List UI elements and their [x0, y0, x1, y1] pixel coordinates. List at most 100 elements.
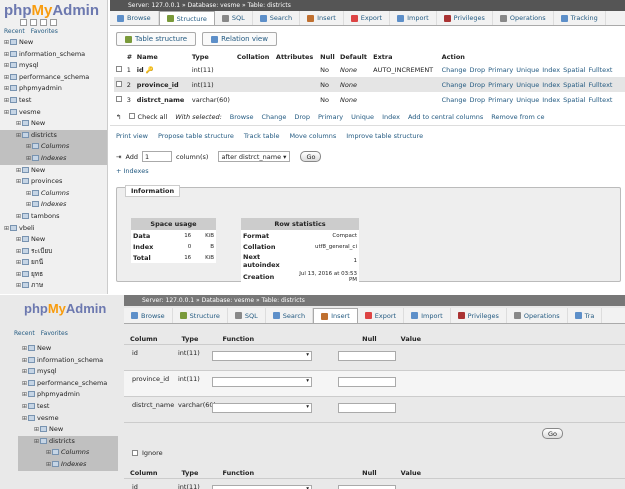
tree-item[interactable]: ⊞ performance_schema	[0, 72, 107, 84]
action-unique[interactable]: Unique	[516, 96, 539, 104]
tree-item[interactable]: ⊞ vbeli	[0, 223, 107, 235]
tab-sql[interactable]: SQL	[215, 11, 253, 25]
value-input[interactable]	[338, 377, 396, 387]
value-input[interactable]	[338, 485, 396, 489]
tree-item[interactable]: ⊞ mysql	[18, 366, 118, 378]
tab-import[interactable]: Import	[404, 308, 451, 323]
tree-item[interactable]: ⊞ mysql	[0, 60, 107, 72]
home-icon[interactable]	[20, 19, 27, 26]
tree-item[interactable]: ⊞ provinces	[0, 176, 107, 188]
phpmyadmin-logo-2[interactable]: phpMyAdmin	[0, 295, 118, 316]
breadcrumb-2[interactable]: Server: 127.0.0.1 » Database: vesme » Ta…	[124, 295, 625, 306]
bulk-action[interactable]: Index	[382, 113, 400, 121]
tree-item[interactable]: ⊞ test	[0, 95, 107, 107]
value-input[interactable]	[338, 403, 396, 413]
tree-item[interactable]: ⊞ tambons	[0, 211, 107, 223]
tree-item[interactable]: ⊞ information_schema	[18, 355, 118, 367]
tool-link[interactable]: Print view	[116, 132, 148, 140]
tab-export[interactable]: Export	[358, 308, 405, 323]
tree-item[interactable]: ⊞ Columns	[18, 447, 118, 459]
tool-link[interactable]: Improve table structure	[346, 132, 423, 140]
tree-item[interactable]: ⊞ performance_schema	[18, 378, 118, 390]
tab-tracking[interactable]: Tracking	[554, 11, 606, 25]
recent-tab-2[interactable]: Recent	[14, 330, 35, 337]
docs-icon[interactable]	[40, 19, 47, 26]
tree-item[interactable]: ⊞ Indexes	[18, 458, 118, 471]
tab-insert[interactable]: Insert	[313, 308, 358, 323]
tab-insert[interactable]: Insert	[300, 11, 344, 25]
bulk-action[interactable]: Change	[261, 113, 286, 121]
favorites-tab-2[interactable]: Favorites	[41, 330, 68, 337]
action-change[interactable]: Change	[442, 96, 467, 104]
action-drop[interactable]: Drop	[470, 66, 486, 74]
tree-item[interactable]: ⊞ New	[0, 234, 107, 246]
action-fulltext[interactable]: Fulltext	[589, 96, 613, 104]
tab-export[interactable]: Export	[344, 11, 391, 25]
tab-privileges[interactable]: Privileges	[451, 308, 507, 323]
tab-search[interactable]: Search	[266, 308, 314, 323]
indexes-toggle[interactable]: + Indexes	[110, 165, 625, 177]
action-primary[interactable]: Primary	[488, 96, 513, 104]
tree-item[interactable]: ⊞ districts	[18, 435, 118, 448]
add-go-button[interactable]: Go	[300, 151, 322, 162]
tool-link[interactable]: Move columns	[289, 132, 336, 140]
tree-item[interactable]: ⊞ New	[18, 343, 118, 355]
tree-item[interactable]: ⊞ Columns	[0, 188, 107, 200]
tree-item[interactable]: ⊞ phpmyadmin	[18, 389, 118, 401]
tab-search[interactable]: Search	[253, 11, 301, 25]
bulk-action[interactable]: Unique	[351, 113, 374, 121]
check-all[interactable]: Check all	[129, 113, 167, 121]
action-index[interactable]: Index	[542, 96, 560, 104]
tab-operations[interactable]: Operations	[507, 308, 568, 323]
action-spatial[interactable]: Spatial	[563, 81, 585, 89]
action-index[interactable]: Index	[542, 81, 560, 89]
phpmyadmin-logo[interactable]: phpMyAdmin	[0, 0, 107, 19]
action-drop[interactable]: Drop	[470, 81, 486, 89]
action-unique[interactable]: Unique	[516, 81, 539, 89]
tree-item[interactable]: ⊞ vesme	[18, 413, 118, 425]
tree-item[interactable]: ⊞ test	[18, 401, 118, 413]
insert-go-button[interactable]: Go	[541, 428, 563, 439]
tree-item[interactable]: ⊞ New	[0, 37, 107, 49]
tab-structure[interactable]: Structure	[158, 11, 215, 25]
favorites-tab[interactable]: Favorites	[31, 28, 58, 35]
function-select[interactable]: ▾	[212, 403, 312, 413]
action-fulltext[interactable]: Fulltext	[589, 81, 613, 89]
tree-item[interactable]: ⊞ phpmyadmin	[0, 83, 107, 95]
table-structure-button[interactable]: Table structure	[116, 32, 197, 46]
tab-operations[interactable]: Operations	[493, 11, 554, 25]
tree-item[interactable]: ⊞ ภาษ	[0, 280, 107, 292]
tree-item[interactable]: ⊞ information_schema	[0, 49, 107, 61]
tree-item[interactable]: ⊞ Indexes	[0, 152, 107, 165]
tree-item[interactable]: ⊞ districts	[0, 129, 107, 142]
tab-browse[interactable]: Browse	[110, 11, 159, 25]
tool-link[interactable]: Propose table structure	[158, 132, 234, 140]
tab-privileges[interactable]: Privileges	[437, 11, 493, 25]
tree-item[interactable]: ⊞ New	[18, 424, 118, 436]
tree-item[interactable]: ⊞ Columns	[0, 141, 107, 153]
action-spatial[interactable]: Spatial	[563, 66, 585, 74]
action-primary[interactable]: Primary	[488, 81, 513, 89]
ignore-checkbox[interactable]	[132, 450, 138, 456]
tree-item[interactable]: ⊞ vesme	[0, 107, 107, 119]
function-select[interactable]: ▾	[212, 485, 312, 489]
tool-link[interactable]: Track table	[244, 132, 280, 140]
action-index[interactable]: Index	[542, 66, 560, 74]
relation-view-button[interactable]: Relation view	[202, 32, 277, 46]
tab-import[interactable]: Import	[390, 11, 437, 25]
bulk-action[interactable]: Drop	[294, 113, 310, 121]
function-select[interactable]: ▾	[212, 377, 312, 387]
tree-item[interactable]: ⊞ New	[0, 118, 107, 130]
row-checkbox[interactable]	[116, 65, 122, 72]
tab-sql[interactable]: SQL	[228, 308, 266, 323]
action-change[interactable]: Change	[442, 66, 467, 74]
action-primary[interactable]: Primary	[488, 66, 513, 74]
row-checkbox[interactable]	[116, 80, 122, 87]
bulk-action[interactable]: Browse	[230, 113, 254, 121]
exit-icon[interactable]	[30, 19, 37, 26]
add-position-select[interactable]: after distrct_name ▾	[218, 151, 291, 162]
tree-item[interactable]: ⊞ ยกนี	[0, 257, 107, 269]
tab-tra[interactable]: Tra	[568, 308, 603, 323]
action-fulltext[interactable]: Fulltext	[589, 66, 613, 74]
tree-item[interactable]: ⊞ ระเบียบ	[0, 246, 107, 258]
